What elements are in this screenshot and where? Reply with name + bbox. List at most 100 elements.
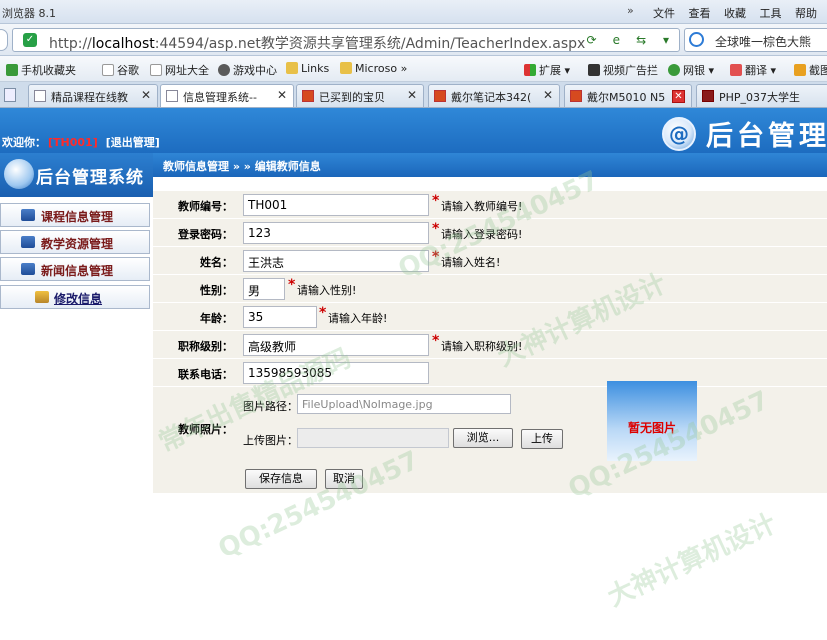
page-icon [150,64,162,76]
fav-translate[interactable]: 翻译 ▾ [730,62,776,78]
form-actions: 保存信息 取消 [153,467,827,493]
fav-adblock[interactable]: 视频广告拦 [588,62,658,78]
address-url[interactable]: http://localhost:44594/asp.net教学资源共享管理系统… [49,33,585,53]
search-input[interactable]: 全球唯一棕色大熊 [715,33,811,50]
book-icon [21,263,35,275]
sidebar-title: 后台管理系统 [36,168,144,188]
users-icon [4,159,34,189]
row-phone: 联系电话： 13598593085 [153,359,827,387]
fav-games[interactable]: 游戏中心 [218,62,277,78]
fav-google[interactable]: 谷歌 [102,62,139,78]
taobao-icon [434,90,446,102]
fav-urls[interactable]: 网址大全 [150,62,209,78]
sidebar-item-news[interactable]: 新闻信息管理 [0,257,150,281]
menu-favorites[interactable]: 收藏 [724,7,746,20]
upload-label: 上传图片： [243,434,298,447]
back-forward-icon[interactable]: ⇆ [632,31,650,49]
fav-mobile[interactable]: 手机收藏夹 [6,62,76,78]
file-path-field[interactable] [297,428,449,448]
required-mark: * [432,249,440,265]
menu-file[interactable]: 文件 [653,7,675,20]
name-input[interactable]: 王洪志 [243,250,429,272]
password-input[interactable]: 123 [243,222,429,244]
fav-screenshot[interactable]: 截图 [794,62,827,78]
tab-admin[interactable]: 信息管理系统-- ✕ [160,84,294,107]
sidebar-item-course[interactable]: 课程信息管理 [0,203,150,227]
password-hint: 请输入登录密码! [441,228,523,241]
tab-course[interactable]: 精品课程在线教 ✕ [28,84,158,107]
sidebar-item-edit-info[interactable]: 修改信息 [0,285,150,309]
required-mark: * [432,333,440,349]
upload-button[interactable]: 上传 [521,429,563,449]
folder-icon [340,62,352,74]
menu-help[interactable]: 帮助 [795,7,817,20]
fav-extensions[interactable]: 扩展 ▾ [524,62,570,78]
required-mark: * [319,305,327,321]
video-icon [588,64,600,76]
back-button[interactable] [0,29,8,51]
chevron-right-icon[interactable]: » [627,4,634,17]
tab-dell-m5010[interactable]: 戴尔M5010 N5 ✕ [564,84,692,107]
dropdown-icon[interactable]: ▾ [657,31,675,49]
search-box[interactable]: 全球唯一棕色大熊 [684,28,827,52]
phone-input[interactable]: 13598593085 [243,362,429,384]
close-icon[interactable]: ✕ [277,88,287,102]
translate-icon [730,64,742,76]
row-teacher-no: 教师编号： TH001 * 请输入教师编号! [153,191,827,219]
close-icon[interactable]: ✕ [141,88,151,102]
page-icon [702,90,714,102]
tab-purchased[interactable]: 已买到的宝贝 ✕ [296,84,424,107]
welcome-bar: 欢迎你： [TH001] [退出管理] [2,134,160,150]
close-icon[interactable]: ✕ [407,88,417,102]
title-hint: 请输入职称级别! [441,340,523,353]
path-label: 图片路径： [243,400,298,413]
required-mark: * [432,221,440,237]
row-name: 姓名： 王洪志 * 请输入姓名! [153,247,827,275]
phone-icon [6,64,18,76]
current-user-id: [TH001] [48,136,98,149]
fav-banking[interactable]: 网银 ▾ [668,62,714,78]
refresh-icon[interactable]: ⟳ [583,31,601,49]
sidebar-header: 后台管理系统 [0,153,153,197]
tab-php[interactable]: PHP_037大学生 [696,84,827,107]
search-engine-icon[interactable] [689,32,704,47]
sidebar-item-resources[interactable]: 教学资源管理 [0,230,150,254]
close-icon[interactable]: ✕ [543,88,553,102]
browser-mode-icon[interactable]: e [607,31,625,49]
menu-tools[interactable]: 工具 [760,7,782,20]
tab-dell-notebook[interactable]: 戴尔笔记本342(✕ [428,84,560,107]
fav-microsoft[interactable]: Microso » [340,62,407,75]
page-icon[interactable] [4,88,16,102]
page-icon [166,90,178,102]
brand-logo: @ 后台管理 [662,114,827,153]
address-bar[interactable]: ✓ http://localhost:44594/asp.net教学资源共享管理… [12,28,680,52]
cancel-button[interactable]: 取消 [325,469,363,489]
teacher-no-input[interactable]: TH001 [243,194,429,216]
scissors-icon [794,64,806,76]
row-age: 年龄： 35 * 请输入年龄! [153,303,827,331]
name-label: 姓名： [200,256,233,269]
browser-menubar: 文件 查看 收藏 工具 帮助 [653,5,827,21]
favorites-bar: 手机收藏夹 谷歌 网址大全 游戏中心 Links Microso » 扩展 ▾ … [0,56,827,82]
image-path-input[interactable]: FileUpload\NoImage.jpg [297,394,511,414]
brand-title: 后台管理 [706,121,827,152]
save-button[interactable]: 保存信息 [245,469,317,489]
required-mark: * [432,193,440,209]
welcome-label: 欢迎你： [2,136,46,149]
address-toolbar: ✓ http://localhost:44594/asp.net教学资源共享管理… [0,24,827,56]
folder-icon [286,62,298,74]
close-icon[interactable]: ✕ [672,90,685,103]
phone-label: 联系电话： [178,368,233,381]
book-icon [21,209,35,221]
browse-button[interactable]: 浏览... [453,428,513,448]
logout-link[interactable]: [退出管理] [106,136,160,149]
title-input[interactable]: 高级教师 [243,334,429,356]
row-password: 登录密码： 123 * 请输入登录密码! [153,219,827,247]
row-title: 职称级别： 高级教师 * 请输入职称级别! [153,331,827,359]
menu-view[interactable]: 查看 [689,7,711,20]
age-input[interactable]: 35 [243,306,317,328]
fav-links[interactable]: Links [286,62,329,75]
browser-title: 浏览器 8.1 [2,7,56,20]
gender-input[interactable]: 男 [243,278,285,300]
no-image-text: 暂无图片 [627,421,676,435]
